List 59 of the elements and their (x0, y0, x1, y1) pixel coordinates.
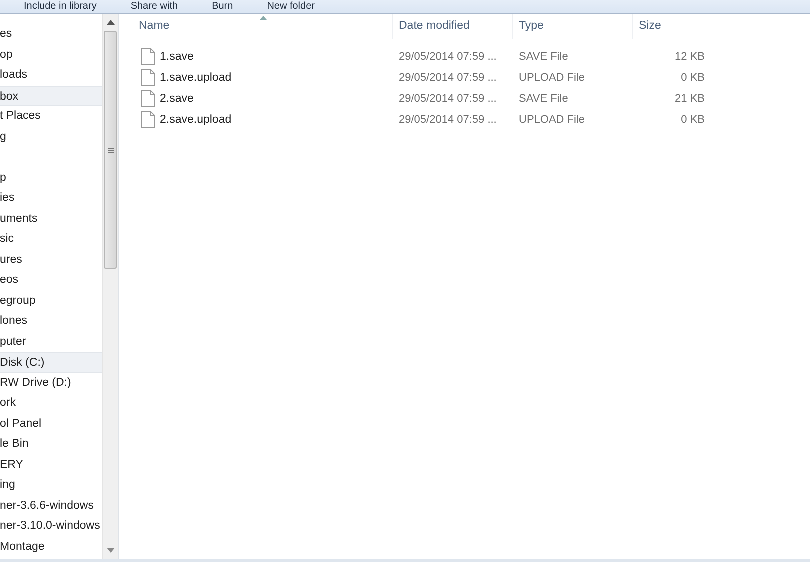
sidebar-item[interactable]: ner-3.10.0-windows (0, 516, 102, 536)
sidebar-item[interactable]: ork (0, 393, 102, 414)
sidebar-item[interactable]: box (0, 86, 102, 106)
table-cell: UPLOAD File (519, 114, 586, 126)
column-header[interactable]: Date modified (392, 14, 512, 39)
table-cell: 0 KB (681, 72, 705, 84)
sidebar-item[interactable]: g (0, 126, 102, 147)
sidebar-item[interactable]: ol Panel (0, 414, 102, 434)
table-cell: SAVE File (519, 50, 568, 62)
table-cell: SAVE File (519, 92, 568, 104)
scrollbar-thumb[interactable] (104, 31, 118, 269)
file-name[interactable]: 1.save (160, 50, 194, 62)
sidebar-item[interactable]: ing (0, 475, 102, 496)
file-icon (141, 111, 155, 128)
column-header[interactable]: Type (512, 14, 632, 39)
table-cell: 29/05/2014 07:59 ... (399, 72, 497, 84)
table-cell: 29/05/2014 07:59 ... (399, 92, 497, 104)
scroll-up-icon[interactable] (106, 20, 115, 25)
column-header[interactable]: Size (632, 14, 712, 39)
scrollbar[interactable] (102, 14, 118, 559)
file-icon (141, 69, 155, 86)
table-cell: 29/05/2014 07:59 ... (399, 114, 497, 126)
sidebar-item[interactable]: sic (0, 229, 102, 250)
sidebar-item[interactable]: eos (0, 270, 102, 290)
file-name[interactable]: 2.save.upload (160, 114, 232, 126)
table-cell: UPLOAD File (519, 72, 586, 84)
grip-icon (108, 148, 114, 152)
table-cell: 0 KB (681, 114, 705, 126)
table-cell: 12 KB (675, 50, 705, 62)
sidebar-item[interactable]: lones (0, 311, 102, 332)
file-icon (141, 90, 155, 107)
sidebar-item[interactable]: puter (0, 332, 102, 352)
toolbar-button[interactable]: Include in library (24, 1, 97, 13)
toolbar-button[interactable]: New folder (267, 1, 315, 13)
table-cell: 29/05/2014 07:59 ... (399, 50, 497, 62)
sidebar-item[interactable]: ner-3.6.6-windows (0, 496, 102, 516)
sidebar-item[interactable]: ies (0, 188, 102, 208)
sidebar-item[interactable]: Disk (C:) (0, 352, 102, 372)
sidebar-item[interactable]: RW Drive (D:) (0, 372, 102, 393)
sidebar-item[interactable]: t Places (0, 106, 102, 126)
toolbar-button[interactable]: Share with (130, 1, 178, 13)
sidebar-item[interactable]: uments (0, 208, 102, 229)
sidebar-item[interactable]: p (0, 168, 102, 188)
toolbar-button[interactable]: Burn (212, 1, 234, 13)
sidebar-item[interactable]: le Bin (0, 434, 102, 454)
sort-arrow-icon (260, 16, 267, 20)
file-name[interactable]: 1.save.upload (160, 72, 232, 84)
sidebar-item[interactable]: egroup (0, 290, 102, 311)
sidebar-item[interactable]: Montage (0, 536, 102, 557)
sidebar-item[interactable]: op (0, 44, 102, 65)
sidebar-item[interactable]: loads (0, 65, 102, 86)
sidebar-item[interactable]: es (0, 24, 102, 44)
column-header[interactable]: Name (139, 14, 392, 39)
file-icon (141, 48, 155, 65)
scroll-down-icon[interactable] (106, 548, 115, 553)
table-cell: 21 KB (675, 92, 705, 104)
sidebar-item[interactable]: ures (0, 250, 102, 270)
file-name[interactable]: 2.save (160, 92, 194, 104)
sidebar-item[interactable]: ERY (0, 454, 102, 475)
